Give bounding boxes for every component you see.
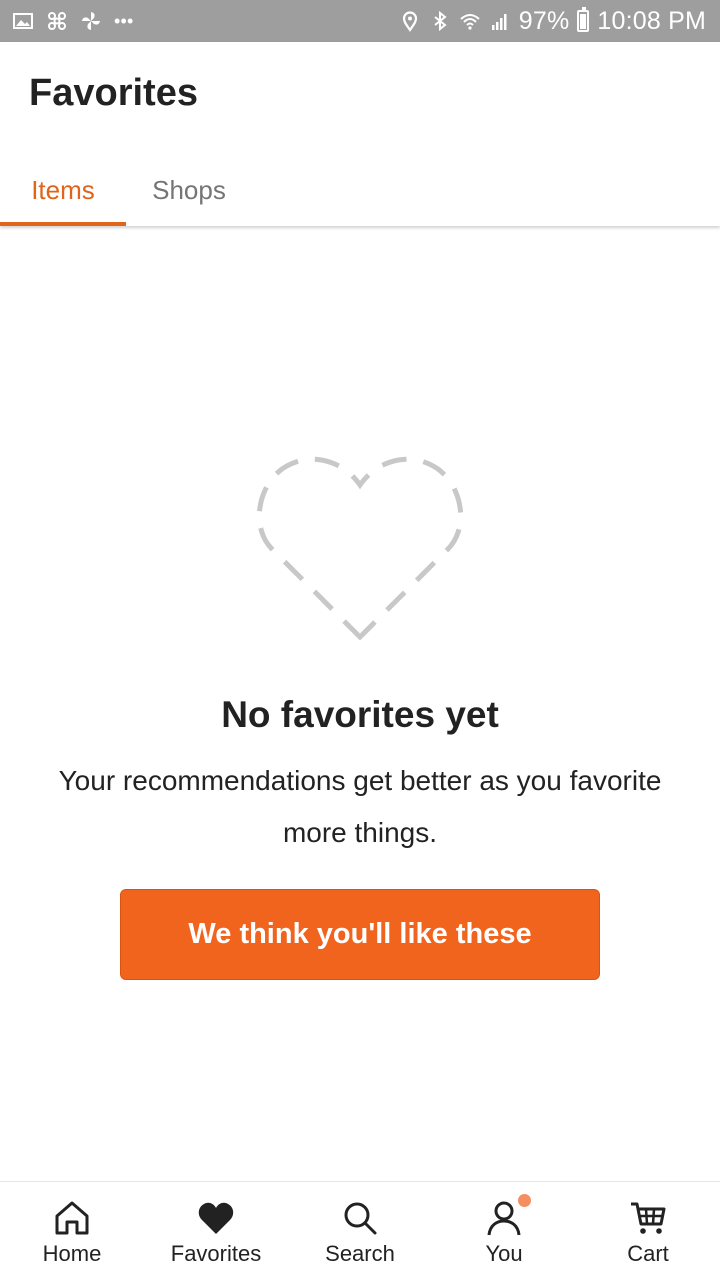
status-right-group: 97% 10:08 PM: [399, 7, 706, 36]
tab-items[interactable]: Items: [0, 154, 126, 226]
page-title: Favorites: [29, 72, 198, 114]
location-icon: [399, 10, 421, 32]
nav-label-you: You: [485, 1241, 523, 1266]
nav-label-favorites: Favorites: [170, 1241, 262, 1266]
clock: 10:08 PM: [597, 6, 706, 35]
nav-item-you[interactable]: You: [432, 1182, 576, 1280]
gallery-icon: [12, 10, 34, 32]
nav-item-favorites[interactable]: Favorites: [144, 1182, 288, 1280]
battery-percentage: 97%: [518, 6, 570, 35]
tab-shops[interactable]: Shops: [126, 154, 252, 226]
notification-dot: [518, 1194, 531, 1207]
empty-state-message: Your recommendations get better as you f…: [58, 765, 662, 848]
heart-icon: [195, 1197, 237, 1239]
nav-item-home[interactable]: Home: [0, 1182, 144, 1280]
tab-shops-label: Shops: [152, 174, 226, 205]
status-left-group: •••: [12, 10, 134, 32]
cart-icon: [627, 1197, 669, 1239]
more-notifications-indicator: •••: [114, 10, 134, 31]
recommendations-button-label: We think you'll like these: [188, 918, 532, 950]
search-icon: [339, 1197, 381, 1239]
battery-icon: [577, 7, 590, 32]
fan-icon: [80, 10, 102, 32]
nav-label-search: Search: [325, 1241, 395, 1266]
wifi-icon: [459, 10, 481, 32]
bluetooth-icon: [429, 10, 451, 32]
empty-state-title: No favorites yet: [221, 694, 499, 735]
dashed-heart-icon: [250, 445, 470, 650]
status-bar: ••• 97% 10:08 PM: [0, 0, 720, 42]
pinwheel-icon: [46, 10, 68, 32]
app-header: Favorites Items Shops: [0, 42, 720, 226]
recommendations-button[interactable]: We think you'll like these: [120, 889, 600, 980]
user-icon: [483, 1194, 531, 1239]
home-icon: [51, 1197, 93, 1239]
nav-label-cart: Cart: [627, 1241, 669, 1266]
bottom-nav: Home Favorites Search You Cart: [0, 1181, 720, 1280]
favorites-tabs: Items Shops: [0, 154, 252, 226]
nav-item-cart[interactable]: Cart: [576, 1182, 720, 1280]
signal-icon: [489, 10, 511, 32]
nav-item-search[interactable]: Search: [288, 1182, 432, 1280]
nav-label-home: Home: [42, 1241, 102, 1266]
tab-items-label: Items: [31, 174, 95, 205]
